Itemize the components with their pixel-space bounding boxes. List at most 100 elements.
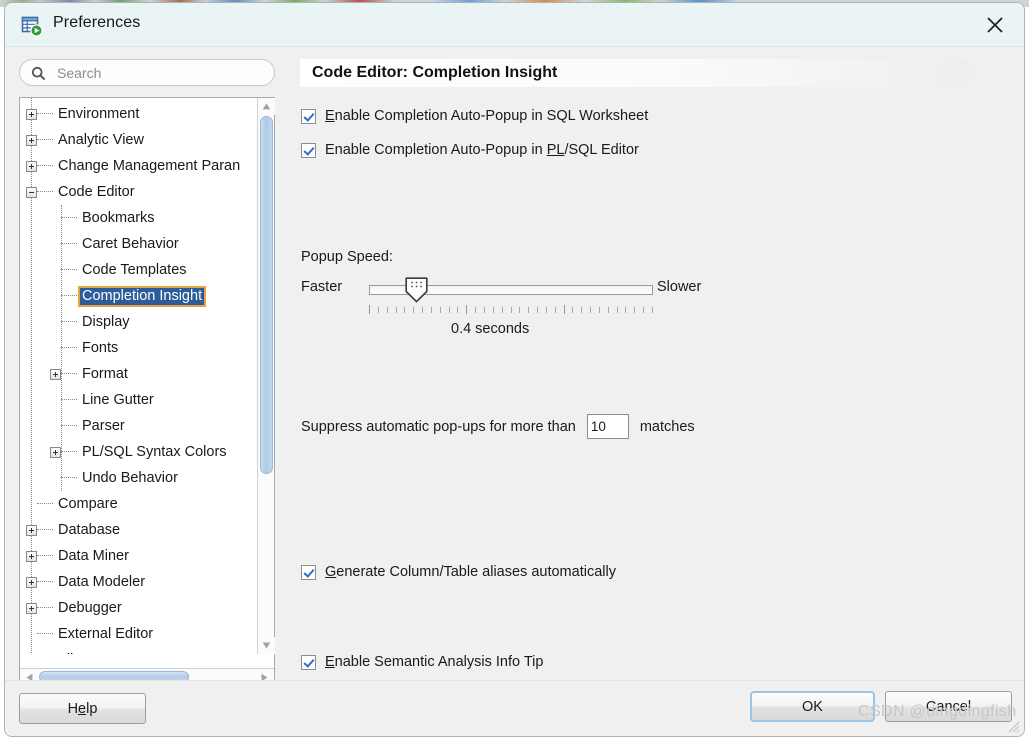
tree-item-display[interactable]: Display — [20, 309, 258, 335]
expand-icon[interactable] — [26, 160, 37, 172]
checkbox-sql-worksheet-box[interactable] — [301, 108, 316, 124]
help-button[interactable]: Help — [19, 693, 146, 724]
tree-item-change-management-paran[interactable]: Change Management Paran — [20, 153, 258, 179]
preferences-dialog: Preferences Environment Analytic View Chan… — [4, 2, 1025, 737]
tree-item-external-editor[interactable]: External Editor — [20, 621, 258, 647]
tree-item-parser[interactable]: Parser — [20, 413, 258, 439]
tree-item-label: Code Editor — [58, 183, 135, 200]
scroll-down-icon[interactable] — [258, 637, 275, 654]
popup-speed-label: Popup Speed: — [301, 249, 393, 265]
tree-connector — [61, 321, 77, 323]
tree-item-label: PL/SQL Syntax Colors — [82, 443, 227, 460]
tree-item-caret-behavior[interactable]: Caret Behavior — [20, 231, 258, 257]
tree-item-fonts[interactable]: Fonts — [20, 335, 258, 361]
search-box[interactable] — [19, 59, 275, 86]
tree-item-label: Format — [82, 365, 128, 382]
slider-tick — [431, 307, 432, 313]
cancel-button[interactable]: Cancel — [885, 691, 1012, 722]
tree-connector — [61, 295, 77, 297]
tree-item-data-miner[interactable]: Data Miner — [20, 543, 258, 569]
collapse-icon[interactable] — [26, 186, 37, 198]
expand-icon[interactable] — [50, 446, 61, 458]
slider-tick — [378, 307, 379, 313]
tree-vertical-scroll-thumb[interactable] — [260, 116, 273, 474]
slider-thumb[interactable] — [405, 277, 428, 303]
checkbox-sql-worksheet[interactable]: Enable Completion Auto-Popup in SQL Work… — [301, 108, 648, 124]
slider-tick — [511, 307, 512, 313]
tree-item-debugger[interactable]: Debugger — [20, 595, 258, 621]
slider-tick — [643, 307, 644, 313]
tree-item-database[interactable]: Database — [20, 517, 258, 543]
sql-developer-icon — [21, 15, 43, 37]
checkbox-semantic-info-tip-box[interactable] — [301, 654, 316, 670]
dialog-button-bar: Help OK Cancel — [5, 680, 1024, 736]
tree-connector — [37, 555, 53, 557]
checkbox-generate-aliases[interactable]: Generate Column/Table aliases automatica… — [301, 564, 616, 580]
expand-icon[interactable] — [26, 576, 37, 588]
tree-item-pl-sql-syntax-colors[interactable]: PL/SQL Syntax Colors — [20, 439, 258, 465]
expand-icon[interactable] — [26, 602, 37, 614]
tree-item-label: Parser — [82, 417, 125, 434]
slider-tick — [413, 307, 414, 313]
tree-item-code-editor[interactable]: Code Editor — [20, 179, 258, 205]
slider-tick — [599, 307, 600, 313]
tree-connector — [61, 347, 77, 349]
slider-tick — [502, 307, 503, 313]
checkbox-plsql-editor[interactable]: Enable Completion Auto-Popup in PL/SQL E… — [301, 142, 639, 158]
tree-item-undo-behavior[interactable]: Undo Behavior — [20, 465, 258, 491]
tree-item-label: Analytic View — [58, 131, 144, 148]
cancel-button-label: Cancel — [925, 698, 972, 715]
cb-alias-rest: enerate Column/Table aliases automatical… — [336, 564, 616, 580]
search-input[interactable] — [55, 63, 259, 82]
checkbox-sql-worksheet-label: Enable Completion Auto-Popup in SQL Work… — [325, 108, 649, 124]
tree-list: Environment Analytic View Change Managemen… — [20, 98, 258, 654]
close-icon[interactable] — [972, 5, 1018, 45]
slider-faster-label: Faster — [301, 279, 343, 295]
tree-item-compare[interactable]: Compare — [20, 491, 258, 517]
slider-tick — [457, 307, 458, 313]
tree-item-label: Completion Insight — [77, 285, 207, 307]
cb-semantic-rest: nable Semantic Analysis Info Tip — [334, 654, 544, 670]
tree-item-format[interactable]: Format — [20, 361, 258, 387]
tree-item-code-templates[interactable]: Code Templates — [20, 257, 258, 283]
dialog-titlebar: Preferences — [5, 3, 1024, 47]
tree-connector — [37, 581, 53, 583]
tree-item-environment[interactable]: Environment — [20, 101, 258, 127]
tree-connector — [61, 243, 77, 245]
expand-icon[interactable] — [26, 108, 37, 120]
slider-tick — [537, 307, 538, 313]
tree-item-label: Data Modeler — [58, 573, 146, 590]
tree-item-bookmarks[interactable]: Bookmarks — [20, 205, 258, 231]
expand-icon[interactable] — [26, 550, 37, 562]
expand-icon[interactable] — [26, 134, 37, 146]
checkbox-generate-aliases-box[interactable] — [301, 564, 316, 580]
tree-item-label: File Types — [55, 651, 127, 655]
expand-icon[interactable] — [50, 368, 61, 380]
tree-item-label: Bookmarks — [82, 209, 155, 226]
tree-connector — [61, 373, 77, 375]
slider-tick — [449, 307, 450, 313]
slider-tick — [404, 307, 405, 313]
tree-item-data-modeler[interactable]: Data Modeler — [20, 569, 258, 595]
tree-item-completion-insight[interactable]: Completion Insight — [20, 283, 258, 309]
slider-tick — [590, 307, 591, 313]
checkbox-semantic-info-tip[interactable]: Enable Semantic Analysis Info Tip — [301, 654, 543, 670]
tree-vertical-scrollbar[interactable] — [257, 98, 275, 654]
resize-grip[interactable] — [1006, 719, 1020, 733]
slider-tick — [625, 307, 626, 313]
suppress-suffix-label: matches — [639, 418, 695, 435]
tree-connector — [37, 633, 53, 635]
tree-item-label: Fonts — [82, 339, 119, 356]
tree-item-label: Caret Behavior — [82, 235, 179, 252]
scroll-up-icon[interactable] — [258, 98, 275, 115]
tree-connector — [37, 503, 53, 505]
tree-item-line-gutter[interactable]: Line Gutter — [20, 387, 258, 413]
tree-item-file-types[interactable]: File Types — [20, 647, 258, 655]
matches-input[interactable] — [586, 414, 629, 439]
ok-button[interactable]: OK — [750, 691, 875, 722]
expand-icon[interactable] — [26, 524, 37, 536]
checkbox-plsql-editor-box[interactable] — [301, 142, 316, 158]
tree-item-analytic-view[interactable]: Analytic View — [20, 127, 258, 153]
cb-plsql-post: /SQL Editor — [564, 142, 639, 158]
tree-item-label: External Editor — [58, 625, 154, 642]
